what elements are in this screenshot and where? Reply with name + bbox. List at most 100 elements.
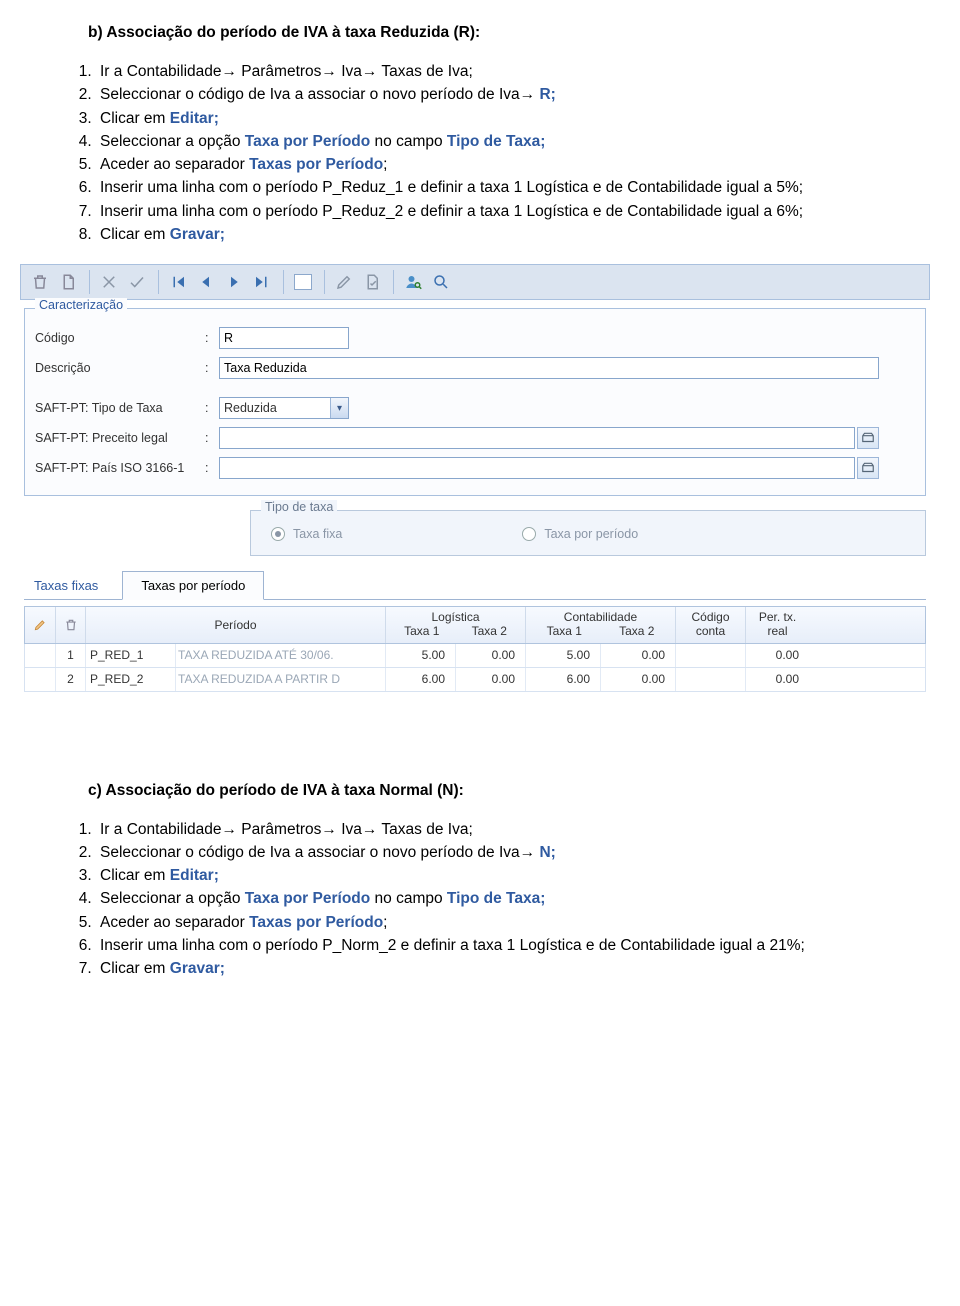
fieldset-legend: Caracterização xyxy=(35,298,127,312)
row-c2: 0.00 xyxy=(600,668,675,691)
section-b-list: Ir a Contabilidade→ Parâmetros→ Iva→ Tax… xyxy=(96,60,900,246)
toolbar xyxy=(20,264,930,300)
li-text: Seleccionar o código de Iva a associar o… xyxy=(100,86,539,103)
edit-icon[interactable] xyxy=(331,269,357,295)
li-text: Clicar em xyxy=(100,867,170,884)
li-highlight: Gravar; xyxy=(170,960,225,977)
first-icon[interactable] xyxy=(165,269,191,295)
li-highlight: Editar; xyxy=(170,867,219,884)
radio-label: Taxa fixa xyxy=(293,527,342,541)
saft-pais-input[interactable] xyxy=(219,457,855,479)
row-code: P_RED_1 xyxy=(85,644,175,667)
li-text: Aceder ao separador xyxy=(100,914,249,931)
next-icon[interactable] xyxy=(221,269,247,295)
edit-row-icon[interactable] xyxy=(25,607,55,643)
row-l1: 5.00 xyxy=(385,644,455,667)
row-pr: 0.00 xyxy=(745,668,809,691)
li-text: no campo xyxy=(370,890,447,907)
cancel-icon[interactable] xyxy=(96,269,122,295)
row-l1: 6.00 xyxy=(385,668,455,691)
li-highlight: Taxas por Período xyxy=(249,156,383,173)
li-text: Inserir uma linha com o período P_Reduz_… xyxy=(100,179,803,196)
section-c-heading: c) Associação do período de IVA à taxa N… xyxy=(88,782,900,800)
tab-taxas-periodo[interactable]: Taxas por período xyxy=(122,571,264,600)
saft-tipo-value: Reduzida xyxy=(220,401,330,415)
table-row[interactable]: 1 P_RED_1 TAXA REDUZIDA ATÉ 30/06. 5.00 … xyxy=(24,644,926,668)
section-c-list: Ir a Contabilidade→ Parâmetros→ Iva→ Tax… xyxy=(96,818,900,981)
row-c2: 0.00 xyxy=(600,644,675,667)
saft-tipo-combo[interactable]: Reduzida ▾ xyxy=(219,397,349,419)
label-saft-preceito: SAFT-PT: Preceito legal xyxy=(35,431,205,445)
row-num: 1 xyxy=(55,644,85,667)
tab-taxas-fixas[interactable]: Taxas fixas xyxy=(34,572,98,599)
row-c1: 6.00 xyxy=(525,668,600,691)
lookup-icon[interactable] xyxy=(857,427,879,449)
find-user-icon[interactable] xyxy=(400,269,426,295)
li-highlight: Tipo de Taxa; xyxy=(447,890,545,907)
li-text: Seleccionar a opção xyxy=(100,890,245,907)
tipo-taxa-group: Tipo de taxa Taxa fixa Taxa por período xyxy=(250,510,926,556)
row-pr: 0.00 xyxy=(745,644,809,667)
label-saft-pais: SAFT-PT: País ISO 3166-1 xyxy=(35,461,205,475)
radio-dot-icon xyxy=(271,527,285,541)
li-highlight: Taxa por Período xyxy=(245,133,370,150)
delete-icon[interactable] xyxy=(27,269,53,295)
th-per-tx-real: Per. tx. real xyxy=(745,607,809,643)
table-row[interactable]: 2 P_RED_2 TAXA REDUZIDA A PARTIR D 6.00 … xyxy=(24,668,926,692)
codigo-input[interactable] xyxy=(219,327,349,349)
radio-label: Taxa por período xyxy=(544,527,638,541)
label-descricao: Descrição xyxy=(35,361,205,375)
li-text: Clicar em xyxy=(100,960,170,977)
app-screenshot-panel: Caracterização Código : Descrição : SAFT… xyxy=(20,264,930,692)
th-periodo: Período xyxy=(85,607,385,643)
find-icon[interactable] xyxy=(428,269,454,295)
row-cc xyxy=(675,668,745,691)
row-cc xyxy=(675,644,745,667)
row-desc: TAXA REDUZIDA A PARTIR D xyxy=(175,668,385,691)
radio-taxa-fixa[interactable]: Taxa fixa xyxy=(271,527,342,541)
confirm-icon[interactable] xyxy=(124,269,150,295)
last-icon[interactable] xyxy=(249,269,275,295)
radio-dot-icon xyxy=(522,527,536,541)
tabs: Taxas fixas Taxas por período xyxy=(34,570,926,599)
li-text: Seleccionar a opção xyxy=(100,133,245,150)
li-text: Clicar em xyxy=(100,226,170,243)
descricao-input[interactable] xyxy=(219,357,879,379)
li-highlight: Tipo de Taxa; xyxy=(447,133,545,150)
row-code: P_RED_2 xyxy=(85,668,175,691)
li-text: Ir a Contabilidade→ Parâmetros→ Iva→ Tax… xyxy=(100,821,473,838)
th-logistica: Logística Taxa 1Taxa 2 xyxy=(385,607,525,643)
section-b-heading: b) Associação do período de IVA à taxa R… xyxy=(88,24,900,42)
tipo-taxa-legend: Tipo de taxa xyxy=(261,500,337,514)
chevron-down-icon[interactable]: ▾ xyxy=(330,398,348,418)
th-codigo-conta: Código conta xyxy=(675,607,745,643)
li-highlight: Gravar; xyxy=(170,226,225,243)
lookup-icon[interactable] xyxy=(857,457,879,479)
th-contab: Contabilidade Taxa 1Taxa 2 xyxy=(525,607,675,643)
radio-taxa-periodo[interactable]: Taxa por período xyxy=(522,527,638,541)
li-text: Clicar em xyxy=(100,110,170,127)
edit-doc-icon[interactable] xyxy=(359,269,385,295)
prev-icon[interactable] xyxy=(193,269,219,295)
li-text: Seleccionar o código de Iva a associar o… xyxy=(100,844,539,861)
label-saft-tipo: SAFT-PT: Tipo de Taxa xyxy=(35,401,205,415)
li-highlight: R; xyxy=(539,86,555,103)
li-highlight: Taxa por Período xyxy=(245,890,370,907)
row-c1: 5.00 xyxy=(525,644,600,667)
li-text: Aceder ao separador xyxy=(100,156,249,173)
li-text: no campo xyxy=(370,133,447,150)
li-text: ; xyxy=(383,914,387,931)
row-num: 2 xyxy=(55,668,85,691)
row-l2: 0.00 xyxy=(455,668,525,691)
li-highlight: Taxas por Período xyxy=(249,914,383,931)
li-text: Inserir uma linha com o período P_Norm_2… xyxy=(100,937,805,954)
check-box-icon[interactable] xyxy=(290,269,316,295)
li-highlight: Editar; xyxy=(170,110,219,127)
new-doc-icon[interactable] xyxy=(55,269,81,295)
delete-row-icon[interactable] xyxy=(55,607,85,643)
table-header: Período Logística Taxa 1Taxa 2 Contabili… xyxy=(24,606,926,644)
saft-preceito-input[interactable] xyxy=(219,427,855,449)
caracterizacao-fieldset: Caracterização Código : Descrição : SAFT… xyxy=(24,308,926,496)
li-text: Ir a Contabilidade→ Parâmetros→ Iva→ Tax… xyxy=(100,63,473,80)
row-l2: 0.00 xyxy=(455,644,525,667)
